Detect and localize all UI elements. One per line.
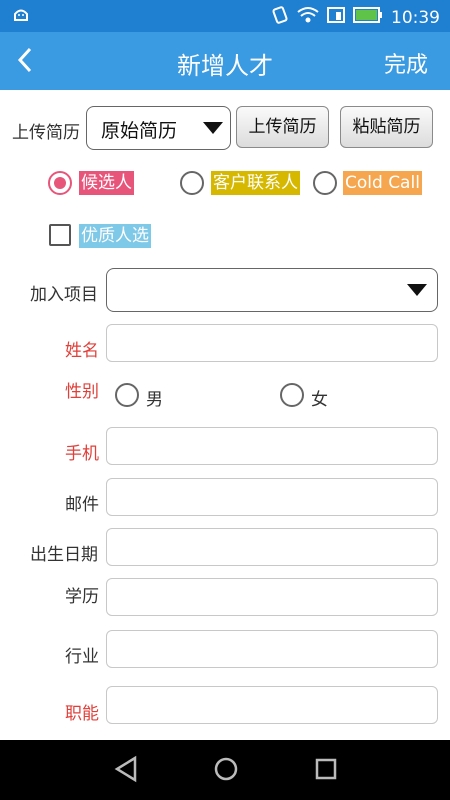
resume-type-select[interactable]: 原始简历 bbox=[86, 106, 231, 150]
quality-label: 优质人选 bbox=[79, 224, 151, 248]
radio-male-label: 男 bbox=[146, 390, 163, 410]
industry-field[interactable] bbox=[106, 630, 438, 668]
radio-male[interactable] bbox=[115, 383, 139, 407]
circle-home-icon bbox=[214, 757, 238, 781]
project-label: 加入项目 bbox=[30, 285, 98, 305]
email-label: 邮件 bbox=[65, 495, 99, 515]
dropdown-arrow-icon bbox=[407, 284, 427, 296]
wifi-icon bbox=[297, 6, 319, 29]
birthday-label: 出生日期 bbox=[30, 545, 98, 565]
education-field[interactable] bbox=[106, 578, 438, 616]
radio-candidate-label: 候选人 bbox=[79, 171, 134, 195]
function-field[interactable] bbox=[106, 686, 438, 724]
radio-client-contact-label: 客户联系人 bbox=[211, 171, 300, 195]
radio-candidate[interactable] bbox=[48, 171, 72, 195]
android-icon bbox=[12, 6, 30, 29]
mobile-field[interactable] bbox=[106, 427, 438, 465]
recents-nav-button[interactable] bbox=[313, 754, 339, 788]
function-label: 职能 bbox=[65, 704, 99, 724]
birthday-field[interactable] bbox=[106, 528, 438, 566]
signal-icon bbox=[327, 6, 345, 29]
paste-resume-button[interactable]: 粘贴简历 bbox=[340, 106, 433, 148]
name-field[interactable] bbox=[106, 324, 438, 362]
app-bar: 新增人才 完成 bbox=[0, 32, 450, 90]
radio-female[interactable] bbox=[280, 383, 304, 407]
dropdown-arrow-icon bbox=[203, 122, 223, 134]
status-bar: 10:39 bbox=[0, 0, 450, 32]
gender-label: 性别 bbox=[65, 382, 99, 402]
project-select[interactable] bbox=[106, 268, 438, 312]
page-title: 新增人才 bbox=[177, 52, 273, 80]
mobile-label: 手机 bbox=[65, 444, 99, 464]
email-field[interactable] bbox=[106, 478, 438, 516]
back-nav-button[interactable] bbox=[113, 754, 139, 788]
home-nav-button[interactable] bbox=[213, 754, 239, 788]
upload-resume-button[interactable]: 上传简历 bbox=[236, 106, 329, 148]
name-label: 姓名 bbox=[65, 341, 99, 361]
industry-label: 行业 bbox=[65, 647, 99, 667]
triangle-back-icon bbox=[114, 755, 137, 783]
radio-client-contact[interactable] bbox=[180, 171, 204, 195]
done-button[interactable]: 完成 bbox=[384, 47, 428, 79]
quality-checkbox[interactable] bbox=[49, 224, 71, 246]
radio-female-label: 女 bbox=[311, 390, 328, 410]
radio-cold-call[interactable] bbox=[313, 171, 337, 195]
battery-icon bbox=[353, 7, 383, 28]
vibrate-icon bbox=[271, 5, 289, 30]
education-label: 学历 bbox=[65, 587, 99, 607]
clock: 10:39 bbox=[391, 7, 440, 28]
square-recents-icon bbox=[315, 758, 337, 780]
resume-label: 上传简历 bbox=[12, 123, 80, 143]
resume-type-value: 原始简历 bbox=[101, 120, 178, 142]
navigation-bar bbox=[0, 740, 450, 800]
radio-cold-call-label: Cold Call bbox=[343, 171, 422, 195]
